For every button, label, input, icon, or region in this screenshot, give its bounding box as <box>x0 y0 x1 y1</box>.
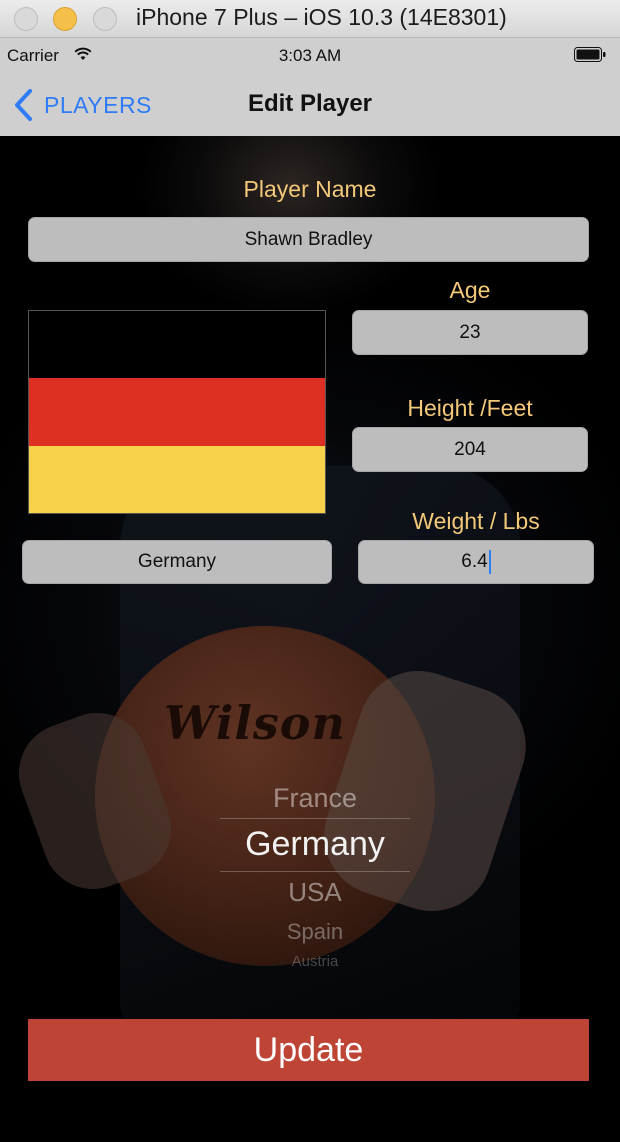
height-value: 204 <box>454 438 486 460</box>
battery-icon <box>574 47 606 62</box>
flag-stripe-top <box>29 311 325 379</box>
update-button[interactable]: Update <box>28 1019 589 1081</box>
picker-selection-line-top <box>220 818 410 819</box>
age-field[interactable]: 23 <box>352 310 588 355</box>
picker-item[interactable]: Austria <box>180 953 450 970</box>
weight-value: 6.4 <box>461 551 488 572</box>
picker-selection-line-bottom <box>220 871 410 872</box>
window-title: iPhone 7 Plus – iOS 10.3 (14E8301) <box>136 4 507 30</box>
country-flag-image <box>28 310 326 514</box>
country-value: Germany <box>137 551 217 572</box>
country-field[interactable]: Germany <box>22 540 332 584</box>
age-label: Age <box>449 277 491 303</box>
basketball-logo-text: Wilson <box>164 696 346 750</box>
weight-field[interactable]: 6.4 <box>358 540 594 584</box>
picker-item[interactable]: USA <box>180 877 450 908</box>
height-field[interactable]: 204 <box>352 427 588 472</box>
edit-player-content: Wilson Player Name Shawn Bradley Age 23 … <box>0 136 620 1142</box>
window-zoom-button[interactable] <box>93 7 117 31</box>
player-name-label: Player Name <box>243 176 377 202</box>
simulator-window: iPhone 7 Plus – iOS 10.3 (14E8301) Carri… <box>0 0 620 1142</box>
player-name-field[interactable]: Shawn Bradley <box>28 217 589 262</box>
flag-stripe-middle <box>29 378 325 446</box>
text-cursor <box>488 550 491 574</box>
navigation-bar: PLAYERS Edit Player <box>0 74 620 136</box>
age-value: 23 <box>459 321 481 343</box>
simulator-titlebar: iPhone 7 Plus – iOS 10.3 (14E8301) <box>0 0 620 38</box>
picker-item[interactable]: France <box>180 783 450 814</box>
window-minimize-button[interactable] <box>53 7 77 31</box>
weight-label: Weight / Lbs <box>412 508 540 534</box>
status-bar: Carrier 3:03 AM <box>0 38 620 74</box>
picker-item-selected[interactable]: Germany <box>180 825 450 864</box>
height-label: Height /Feet <box>407 395 533 421</box>
country-picker[interactable]: France Germany USA Spain Austria <box>180 776 450 976</box>
page-title: Edit Player <box>247 90 373 117</box>
status-time: 3:03 AM <box>278 46 342 65</box>
window-close-button[interactable] <box>14 7 38 31</box>
flag-stripe-bottom <box>29 445 325 513</box>
player-name-value: Shawn Bradley <box>244 228 373 250</box>
picker-item[interactable]: Spain <box>180 919 450 945</box>
